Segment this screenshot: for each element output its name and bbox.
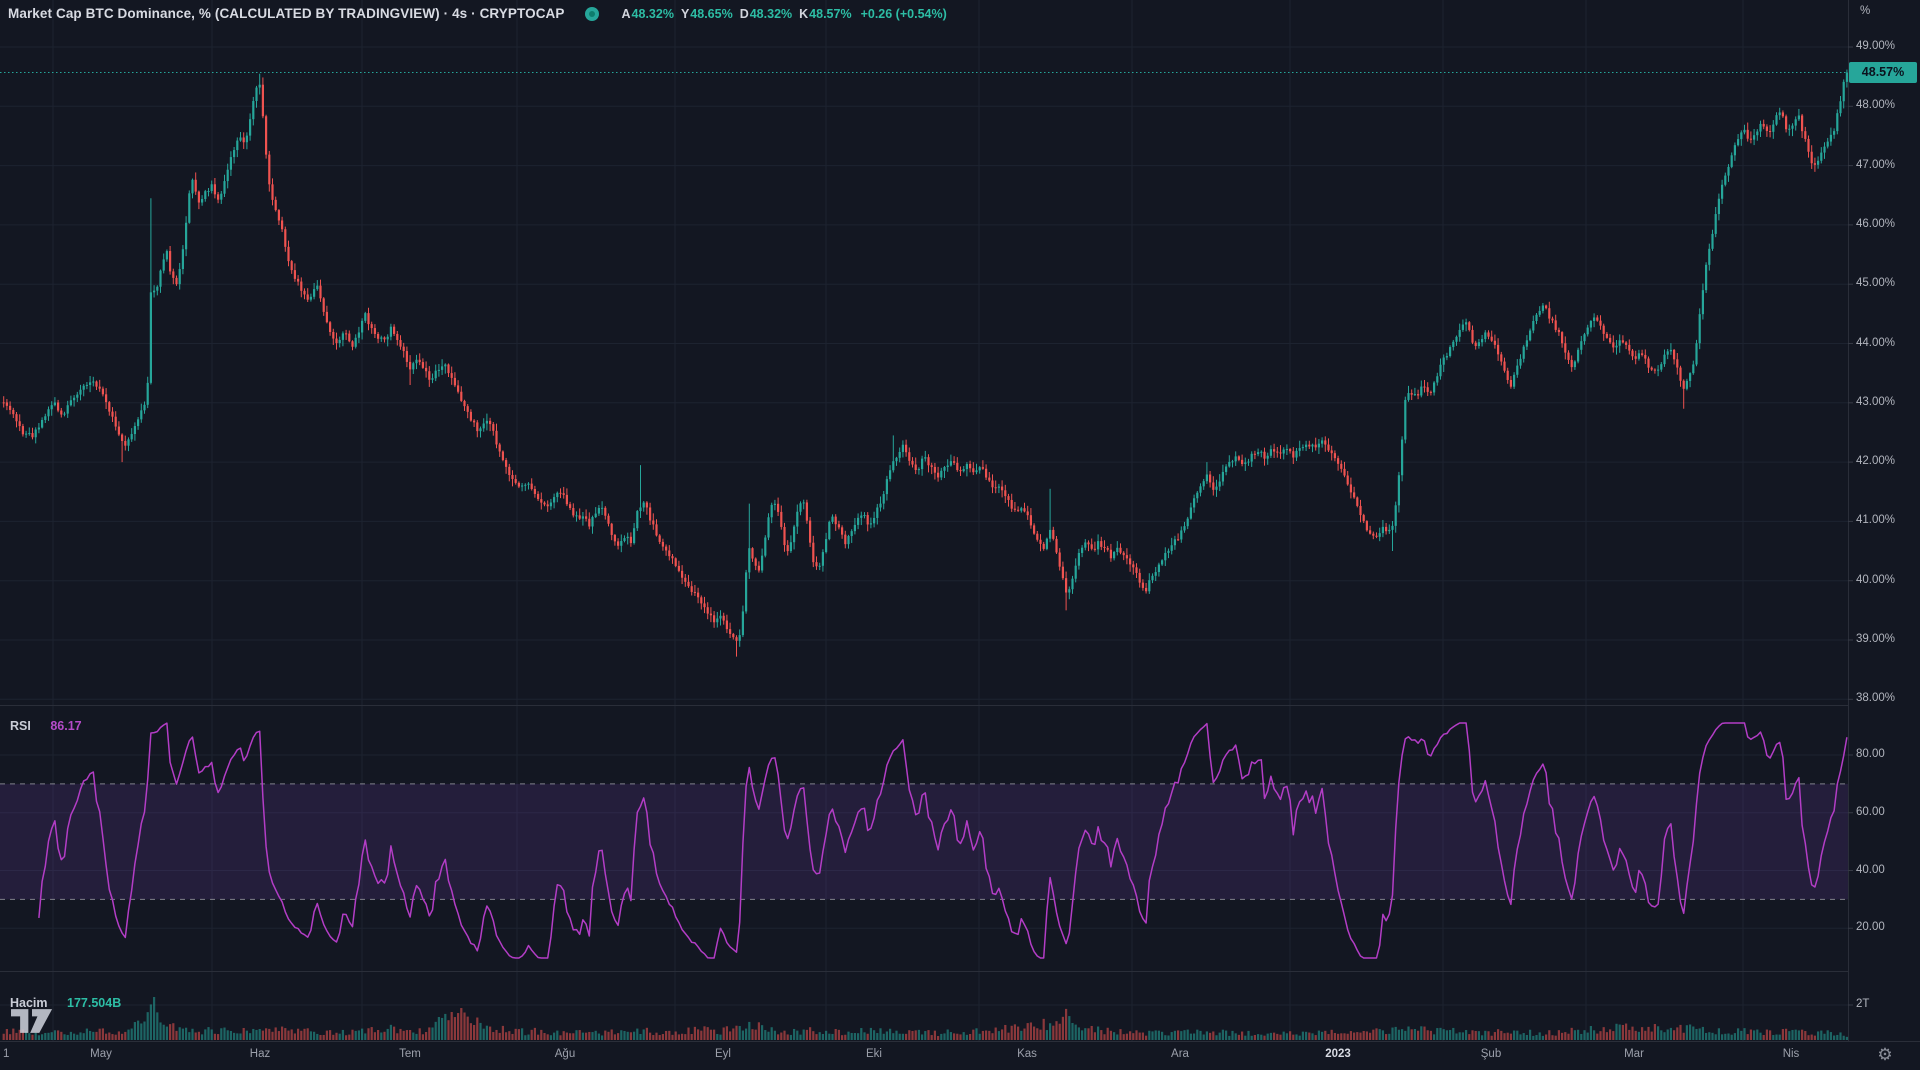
volume-axis-label: 2T: [1856, 998, 1869, 1010]
ohlc-value: 48.32%: [750, 7, 792, 21]
time-axis-label-Ağu: Ağu: [555, 1048, 575, 1060]
cryptocap-icon: [585, 7, 599, 21]
rsi-value: 86.17: [50, 719, 81, 733]
time-axis-label-Eyl: Eyl: [715, 1048, 731, 1060]
ohlc-letter: Y: [681, 7, 689, 21]
ohlc-value: 48.57%: [809, 7, 851, 21]
time-axis-label-Eki: Eki: [866, 1048, 882, 1060]
ohlc-value: 48.65%: [690, 7, 732, 21]
ohlc-values: A48.32%Y48.65%D48.32%K48.57%+0.26 (+0.54…: [615, 7, 947, 21]
price-axis-label: 40.00%: [1856, 574, 1895, 586]
price-axis-label: 47.00%: [1856, 159, 1895, 171]
ohlc-value: 48.32%: [632, 7, 674, 21]
price-axis-label: 49.00%: [1856, 40, 1895, 52]
chart-canvas[interactable]: [0, 0, 1920, 1070]
gear-icon[interactable]: ⚙: [1874, 1044, 1896, 1066]
symbol-title[interactable]: Market Cap BTC Dominance, % (CALCULATED …: [8, 6, 565, 21]
time-axis-label-Şub: Şub: [1481, 1048, 1501, 1060]
price-axis-unit: %: [1860, 5, 1870, 17]
price-axis-label: 43.00%: [1856, 396, 1895, 408]
rsi-axis-label: 60.00: [1856, 806, 1885, 818]
time-axis-label-Ara: Ara: [1171, 1048, 1189, 1060]
price-axis-label: 44.00%: [1856, 337, 1895, 349]
ohlc-letter: D: [740, 7, 749, 21]
price-axis-label: 41.00%: [1856, 514, 1895, 526]
time-axis-label-2023: 2023: [1325, 1048, 1351, 1060]
tradingview-logo[interactable]: [11, 1008, 53, 1034]
last-price-tag: 48.57%: [1849, 62, 1917, 83]
rsi-label: RSI: [10, 719, 31, 733]
price-axis-label: 39.00%: [1856, 633, 1895, 645]
time-axis-label-May: May: [90, 1048, 112, 1060]
ohlc-letter: K: [799, 7, 808, 21]
time-axis-label-Nis: Nis: [1783, 1048, 1800, 1060]
tradingview-chart-window: Market Cap BTC Dominance, % (CALCULATED …: [0, 0, 1920, 1070]
time-axis-label-Tem: Tem: [399, 1048, 421, 1060]
rsi-axis-label: 40.00: [1856, 864, 1885, 876]
legend[interactable]: Market Cap BTC Dominance, % (CALCULATED …: [8, 6, 947, 21]
change-value: +0.26 (+0.54%): [861, 7, 947, 21]
ohlc-letter: A: [622, 7, 631, 21]
price-axis-label: 38.00%: [1856, 692, 1895, 704]
price-axis-label: 48.00%: [1856, 99, 1895, 111]
price-axis-label: 46.00%: [1856, 218, 1895, 230]
price-axis-label: 42.00%: [1856, 455, 1895, 467]
time-axis-label-Mar: Mar: [1624, 1048, 1644, 1060]
time-axis-label-1: 1: [3, 1048, 9, 1060]
rsi-axis-label: 80.00: [1856, 748, 1885, 760]
time-axis-label-Haz: Haz: [250, 1048, 270, 1060]
rsi-pane-header[interactable]: RSI 86.17: [10, 719, 82, 733]
time-axis-label-Kas: Kas: [1017, 1048, 1037, 1060]
volume-value: 177.504B: [67, 996, 121, 1010]
price-axis-label: 45.00%: [1856, 277, 1895, 289]
rsi-axis-label: 20.00: [1856, 921, 1885, 933]
